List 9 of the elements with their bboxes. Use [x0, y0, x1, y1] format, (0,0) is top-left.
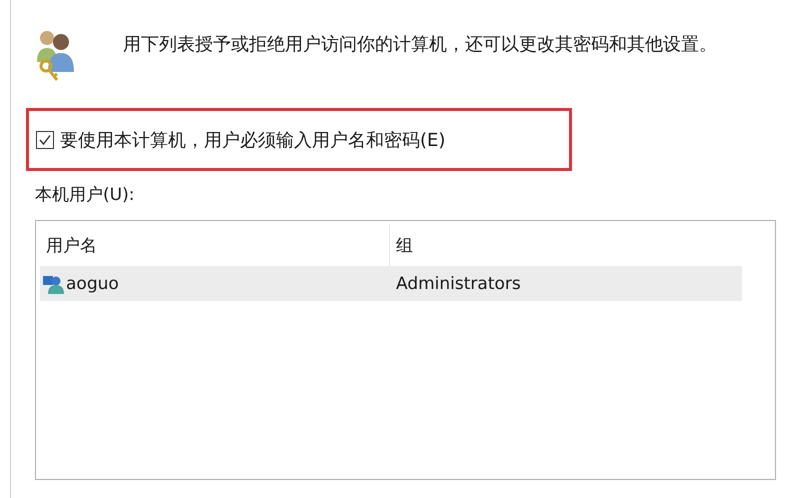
group-name: Administrators: [396, 274, 521, 294]
checkbox[interactable]: [36, 130, 54, 148]
user-name: aoguo: [66, 274, 119, 294]
column-header[interactable]: 组: [390, 224, 742, 266]
checkbox-label[interactable]: 要使用本计算机，用户必须输入用户名和密码(E): [60, 128, 446, 152]
description-text: 用下列表授予或拒绝用户访问你的计算机，还可以更改其密码和其他设置。: [123, 33, 718, 57]
user-icon: [42, 274, 64, 294]
user-row[interactable]: aoguo Administrators: [40, 266, 742, 301]
users-label: 本机用户(U):: [35, 184, 136, 206]
